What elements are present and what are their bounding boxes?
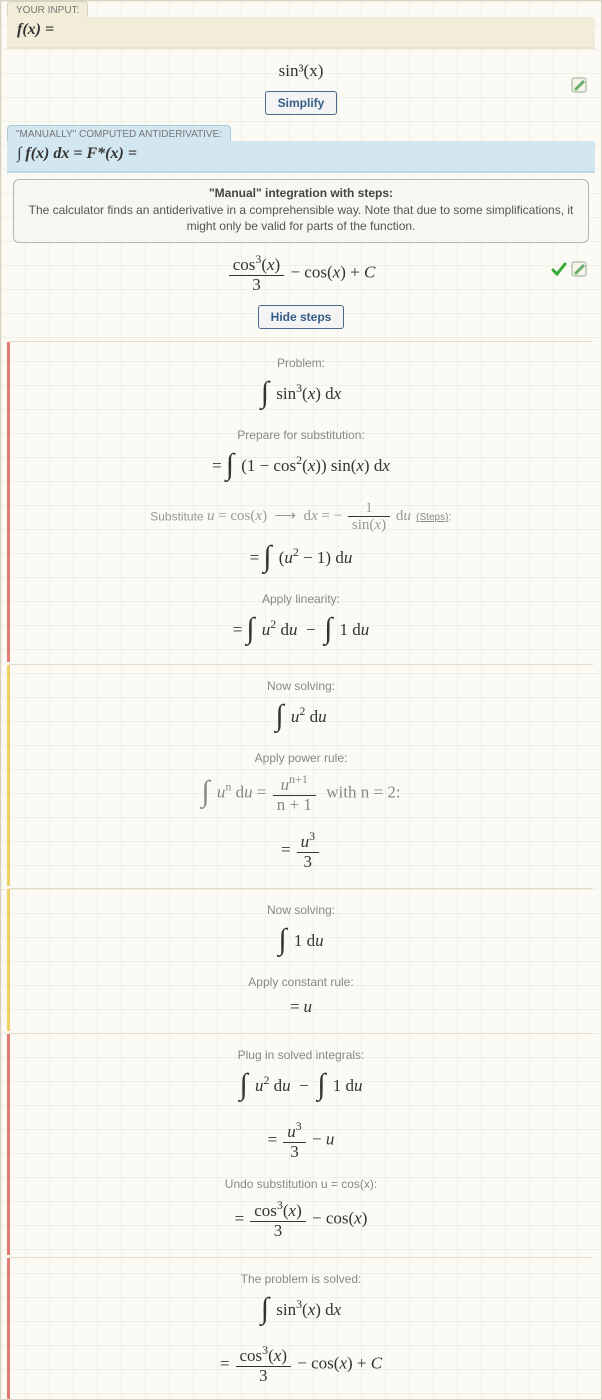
antiderivative-tab: "MANUALLY" COMPUTED ANTIDERIVATIVE:	[7, 125, 231, 141]
math-solve-u2: ∫ u2 du	[275, 697, 326, 739]
math-solve-1: ∫ 1 du	[278, 921, 323, 963]
input-formula-label: f(x) =	[7, 17, 595, 49]
math-plug-in: ∫ u2 du − ∫ 1 du	[240, 1066, 363, 1108]
step-problem: Problem: ∫ sin3(x) dx Prepare for substi…	[9, 341, 593, 662]
check-icon[interactable]	[551, 261, 567, 277]
simplify-button[interactable]: Simplify	[265, 91, 338, 115]
edit-icon[interactable]	[571, 77, 587, 93]
math-power-rule: ∫ un du = un+1n + 1 with n = 2:	[201, 769, 400, 819]
page: YOUR INPUT: f(x) = sin³(x) Simplify "MAN…	[0, 0, 602, 1400]
math-problem: ∫ sin3(x) dx	[261, 374, 341, 416]
math-linearity: ∫ u2 du − ∫ 1 du	[246, 610, 369, 652]
input-section: sin³(x) Simplify	[1, 49, 601, 125]
math-final-b: cos3(x)3 − cos(x) + C	[234, 1340, 383, 1390]
label-now-solving-2: Now solving:	[9, 903, 593, 917]
steps-link[interactable]: (Steps)	[416, 512, 448, 523]
step-solve-u2: Now solving: ∫ u2 du Apply power rule: ∫…	[9, 664, 593, 886]
your-input-tab: YOUR INPUT:	[7, 1, 88, 17]
result-expression: cos3(x)3 − cos(x) + C	[7, 249, 595, 299]
math-power-result: u33	[295, 826, 321, 876]
info-text: The calculator finds an antiderivative i…	[24, 202, 578, 234]
label-prepare: Prepare for substitution:	[9, 428, 593, 442]
result-section: cos3(x)3 − cos(x) + C Hide steps	[1, 247, 601, 339]
label-solved: The problem is solved:	[9, 1272, 593, 1286]
math-plug-result: u33 − u	[281, 1116, 334, 1166]
hide-steps-button[interactable]: Hide steps	[258, 305, 345, 329]
step-solve-1: Now solving: ∫ 1 du Apply constant rule:…	[9, 888, 593, 1031]
label-power: Apply power rule:	[9, 751, 593, 765]
label-now-solving-1: Now solving:	[9, 679, 593, 693]
label-problem: Problem:	[9, 356, 593, 370]
info-title: "Manual" integration with steps:	[24, 186, 578, 200]
edit-result-icon[interactable]	[571, 261, 587, 277]
math-prepare: ∫ (1 − cos2(x)) sin(x) dx	[226, 446, 390, 488]
label-linearity: Apply linearity:	[9, 592, 593, 606]
label-undo: Undo substitution u = cos(x):	[9, 1177, 593, 1191]
antiderivative-formula-label: ∫ f(x) dx = F*(x) =	[7, 141, 595, 173]
math-undo-result: cos3(x)3 − cos(x)	[248, 1195, 367, 1245]
label-constant: Apply constant rule:	[9, 975, 593, 989]
math-substitute: u = cos(x) ⟶ dx = − 1sin(x) du	[207, 504, 411, 528]
step-plug-in: Plug in solved integrals: ∫ u2 du − ∫ 1 …	[9, 1033, 593, 1255]
info-box: "Manual" integration with steps: The cal…	[13, 179, 589, 243]
math-final-a: ∫ sin3(x) dx	[261, 1290, 341, 1332]
label-substitute: Substitute u = cos(x) ⟶ dx = − 1sin(x) d…	[9, 500, 593, 534]
label-plug-in: Plug in solved integrals:	[9, 1048, 593, 1062]
math-after-sub: ∫ (u2 − 1) du	[263, 538, 352, 580]
step-solved: The problem is solved: ∫ sin3(x) dx =cos…	[9, 1257, 593, 1400]
input-expression: sin³(x)	[7, 57, 595, 85]
math-constant-result: u	[304, 993, 313, 1021]
